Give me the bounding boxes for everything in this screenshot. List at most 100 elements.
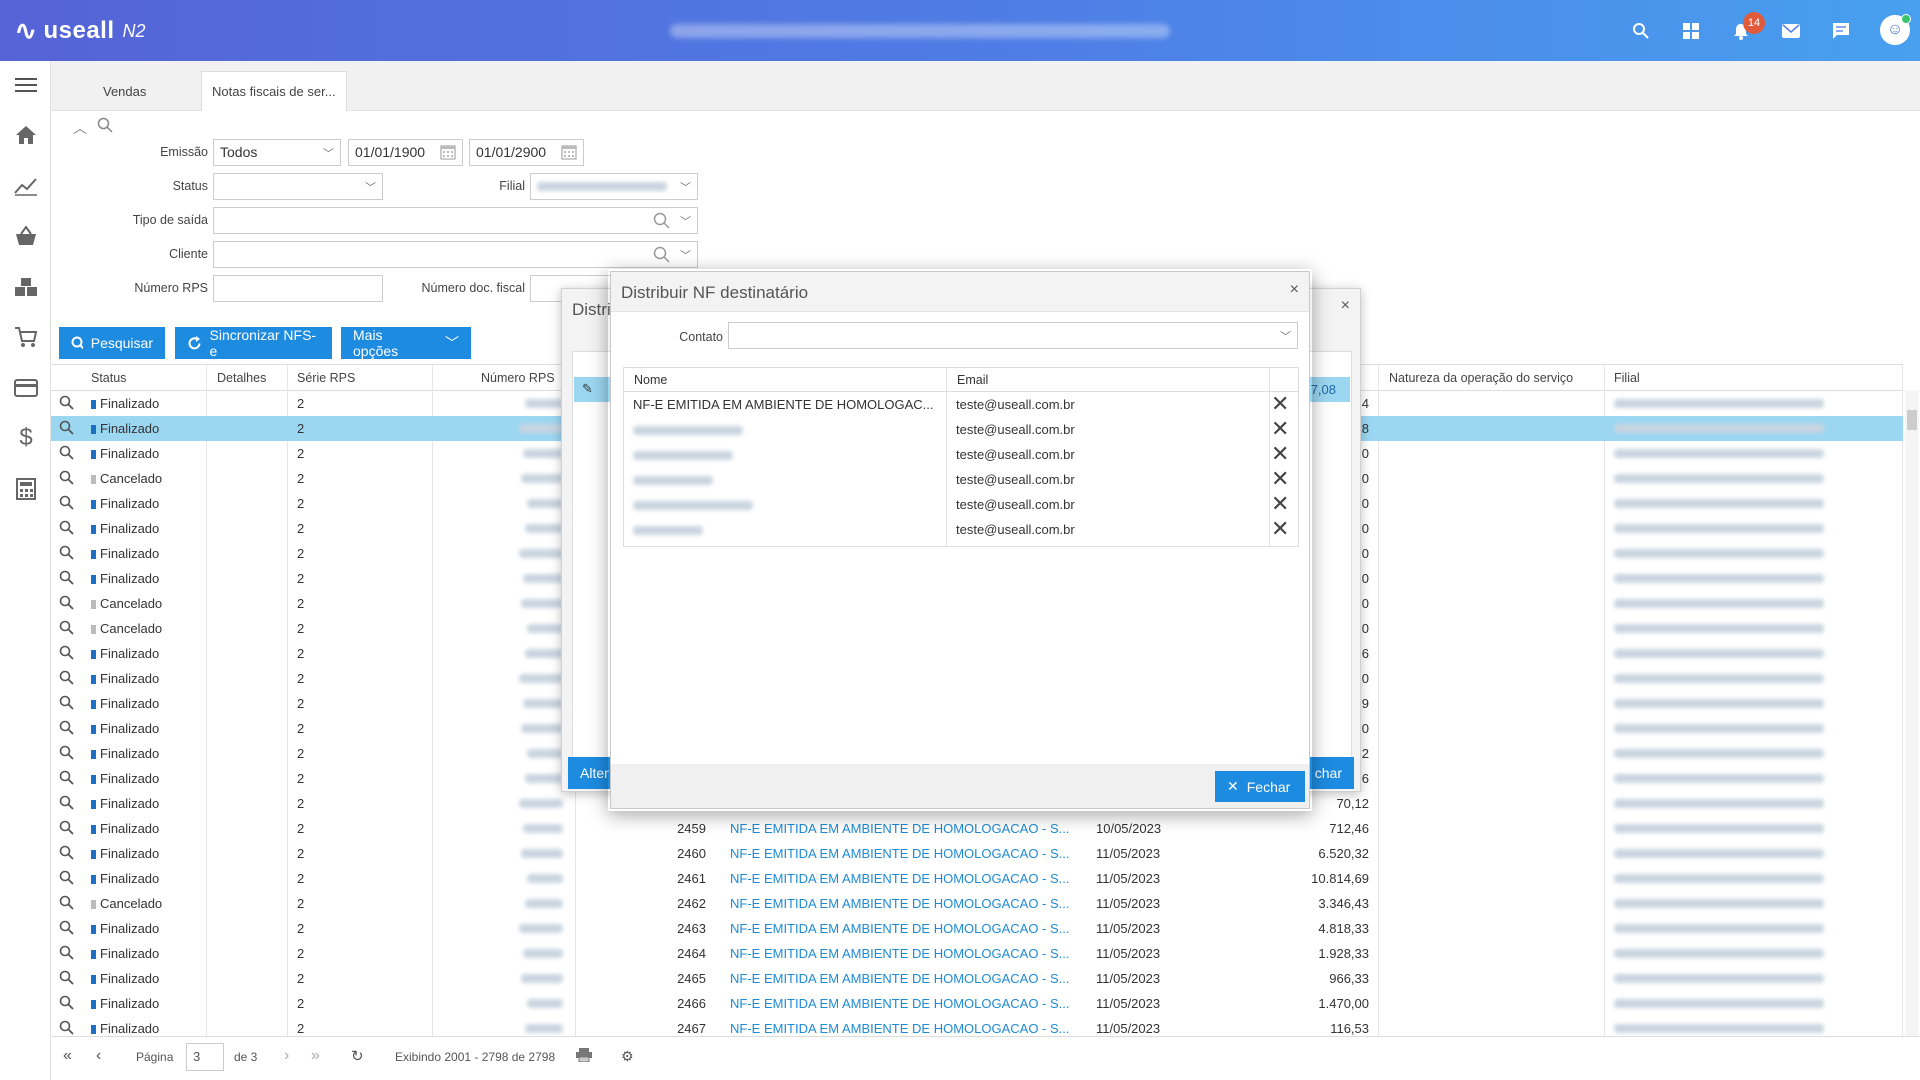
table-row[interactable]: Finalizado 2 2459 NF-E EMITIDA EM AMBIENTE … xyxy=(51,816,1903,841)
page-number-input[interactable]: 3 xyxy=(186,1043,224,1071)
row-descricao-link[interactable]: NF-E EMITIDA EM AMBIENTE DE HOMOLOGACAO … xyxy=(730,1021,1070,1036)
table-row[interactable]: Finalizado 2 2461 NF-E EMITIDA EM AMBIENTE … xyxy=(51,866,1903,891)
emissao-select[interactable]: Todos ﹀ xyxy=(213,139,341,166)
col-serie-rps[interactable]: Série RPS xyxy=(297,371,355,385)
row-search-icon[interactable] xyxy=(59,420,74,438)
tipo-saida-field[interactable]: ﹀ xyxy=(213,207,698,234)
row-search-icon[interactable] xyxy=(59,545,74,563)
row-search-icon[interactable] xyxy=(59,495,74,513)
row-search-icon[interactable] xyxy=(59,520,74,538)
table-row[interactable]: Cancelado 2 2462 NF-E EMITIDA EM AMBIENTE D… xyxy=(51,891,1903,916)
brand-logo[interactable]: ∿ useall N2 xyxy=(14,14,146,48)
filial-select[interactable]: ﹀ xyxy=(530,173,698,200)
col-detalhes[interactable]: Detalhes xyxy=(217,371,266,385)
row-search-icon[interactable] xyxy=(59,770,74,788)
lookup-search-icon[interactable] xyxy=(653,212,671,233)
calculator-icon[interactable] xyxy=(12,475,40,503)
row-descricao-link[interactable]: NF-E EMITIDA EM AMBIENTE DE HOMOLOGACAO … xyxy=(730,846,1070,861)
row-search-icon[interactable] xyxy=(59,870,74,888)
settings-gear-icon[interactable]: ⚙ xyxy=(621,1048,634,1065)
col-email[interactable]: Email xyxy=(957,373,988,387)
hamburger-menu-icon[interactable] xyxy=(12,71,40,99)
col-nome[interactable]: Nome xyxy=(634,373,667,387)
row-search-icon[interactable] xyxy=(59,620,74,638)
row-search-icon[interactable] xyxy=(59,995,74,1013)
row-search-icon[interactable] xyxy=(59,570,74,588)
calendar-icon[interactable] xyxy=(561,144,577,163)
row-search-icon[interactable] xyxy=(59,945,74,963)
pencil-icon[interactable]: ✎ xyxy=(582,381,593,397)
chart-line-icon[interactable] xyxy=(12,172,40,200)
remove-destinatario-icon[interactable]: ✕ xyxy=(1271,417,1289,441)
back-modal-close-icon[interactable]: × xyxy=(1341,297,1350,315)
tab-vendas[interactable]: Vendas xyxy=(93,71,156,111)
row-search-icon[interactable] xyxy=(59,470,74,488)
row-search-icon[interactable] xyxy=(59,670,74,688)
remove-destinatario-icon[interactable]: ✕ xyxy=(1271,492,1289,516)
dollar-icon[interactable]: $ xyxy=(12,424,40,452)
row-descricao-link[interactable]: NF-E EMITIDA EM AMBIENTE DE HOMOLOGACAO … xyxy=(730,821,1070,836)
home-icon[interactable] xyxy=(12,121,40,149)
row-search-icon[interactable] xyxy=(59,595,74,613)
sincronizar-button[interactable]: Sincronizar NFS-e xyxy=(175,327,332,359)
modal-close-icon[interactable]: × xyxy=(1290,281,1299,299)
mais-opcoes-button[interactable]: Mais opções ﹀ xyxy=(341,327,471,359)
destinatario-row[interactable]: NF-E EMITIDA EM AMBIENTE DE HOMOLOGAC...… xyxy=(623,392,1299,417)
apps-grid-icon[interactable] xyxy=(1678,18,1704,44)
status-select[interactable]: ﹀ xyxy=(213,173,383,200)
tab-notas-fiscais[interactable]: Notas fiscais de ser... xyxy=(201,71,347,111)
destinatario-row[interactable]: teste@useall.com.br ✕ xyxy=(623,492,1299,517)
table-row[interactable]: Finalizado 2 2464 NF-E EMITIDA EM AMBIENTE … xyxy=(51,941,1903,966)
col-numero-rps[interactable]: Número RPS xyxy=(481,371,555,385)
table-row[interactable]: Finalizado 2 2466 NF-E EMITIDA EM AMBIENTE … xyxy=(51,991,1903,1016)
row-descricao-link[interactable]: NF-E EMITIDA EM AMBIENTE DE HOMOLOGACAO … xyxy=(730,996,1070,1011)
first-page-icon[interactable]: « xyxy=(63,1047,72,1065)
row-descricao-link[interactable]: NF-E EMITIDA EM AMBIENTE DE HOMOLOGACAO … xyxy=(730,896,1070,911)
scrollbar-thumb[interactable] xyxy=(1907,410,1917,430)
cart-add-icon[interactable] xyxy=(12,323,40,351)
numero-rps-input[interactable] xyxy=(213,275,383,302)
row-search-icon[interactable] xyxy=(59,920,74,938)
row-search-icon[interactable] xyxy=(59,970,74,988)
remove-destinatario-icon[interactable]: ✕ xyxy=(1271,392,1289,416)
calendar-icon[interactable] xyxy=(440,144,456,163)
row-search-icon[interactable] xyxy=(59,445,74,463)
grid-vertical-scrollbar[interactable] xyxy=(1905,390,1919,1036)
pesquisar-button[interactable]: Pesquisar xyxy=(59,327,165,359)
destinatario-row[interactable]: teste@useall.com.br ✕ xyxy=(623,517,1299,542)
chat-icon[interactable] xyxy=(1828,18,1854,44)
filter-search-icon[interactable] xyxy=(97,117,113,136)
credit-card-icon[interactable] xyxy=(12,374,40,402)
destinatario-row[interactable]: teste@useall.com.br ✕ xyxy=(623,442,1299,467)
row-search-icon[interactable] xyxy=(59,695,74,713)
basket-icon[interactable] xyxy=(12,222,40,250)
mail-icon[interactable] xyxy=(1778,18,1804,44)
row-search-icon[interactable] xyxy=(59,845,74,863)
date-from-field[interactable]: 01/01/1900 xyxy=(348,139,463,166)
print-icon[interactable] xyxy=(576,1048,592,1065)
table-row[interactable]: Finalizado 2 2463 NF-E EMITIDA EM AMBIENTE … xyxy=(51,916,1903,941)
row-search-icon[interactable] xyxy=(59,720,74,738)
destinatario-row[interactable]: teste@useall.com.br ✕ xyxy=(623,467,1299,492)
row-search-icon[interactable] xyxy=(59,395,74,413)
remove-destinatario-icon[interactable]: ✕ xyxy=(1271,442,1289,466)
last-page-icon[interactable]: » xyxy=(311,1047,320,1065)
next-page-icon[interactable]: › xyxy=(284,1047,289,1065)
row-search-icon[interactable] xyxy=(59,895,74,913)
prev-page-icon[interactable]: ‹ xyxy=(96,1047,101,1065)
row-descricao-link[interactable]: NF-E EMITIDA EM AMBIENTE DE HOMOLOGACAO … xyxy=(730,946,1070,961)
search-icon[interactable] xyxy=(1628,18,1654,44)
row-descricao-link[interactable]: NF-E EMITIDA EM AMBIENTE DE HOMOLOGACAO … xyxy=(730,921,1070,936)
refresh-icon[interactable]: ↻ xyxy=(351,1047,364,1065)
col-natureza[interactable]: Natureza da operação do serviço xyxy=(1389,371,1573,385)
table-row[interactable]: Finalizado 2 2465 NF-E EMITIDA EM AMBIENTE … xyxy=(51,966,1903,991)
col-filial[interactable]: Filial xyxy=(1614,371,1640,385)
row-search-icon[interactable] xyxy=(59,795,74,813)
remove-destinatario-icon[interactable]: ✕ xyxy=(1271,467,1289,491)
remove-destinatario-icon[interactable]: ✕ xyxy=(1271,517,1289,541)
boxes-icon[interactable] xyxy=(12,273,40,301)
col-status[interactable]: Status xyxy=(91,371,126,385)
row-descricao-link[interactable]: NF-E EMITIDA EM AMBIENTE DE HOMOLOGACAO … xyxy=(730,971,1070,986)
table-row[interactable]: Finalizado 2 2460 NF-E EMITIDA EM AMBIENTE … xyxy=(51,841,1903,866)
date-to-field[interactable]: 01/01/2900 xyxy=(469,139,584,166)
